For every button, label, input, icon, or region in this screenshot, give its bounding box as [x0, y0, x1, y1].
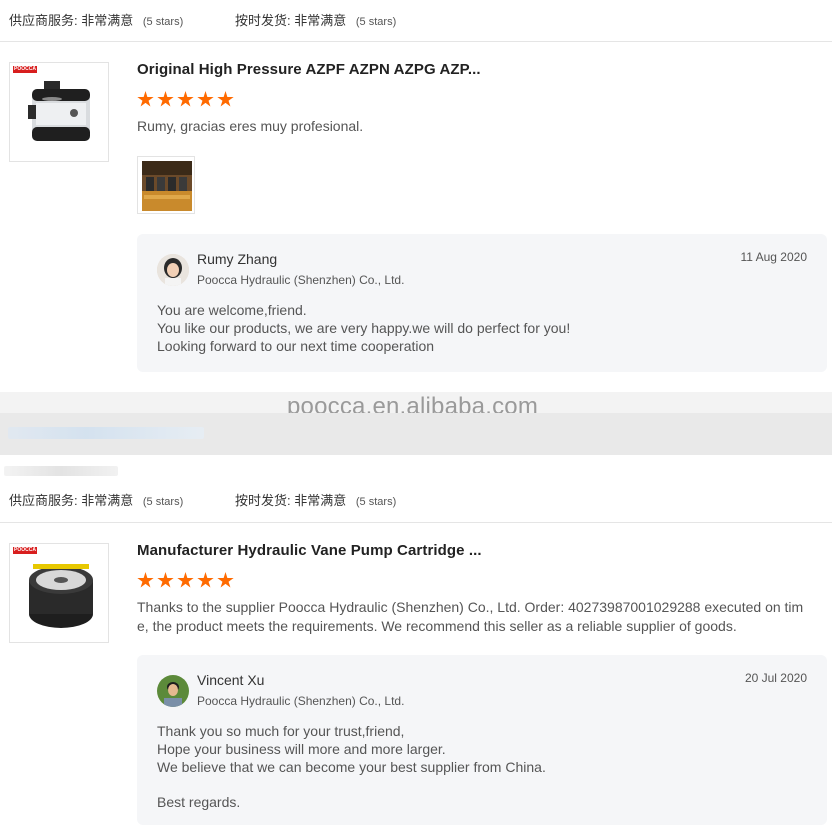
star-rating [137, 572, 234, 589]
reply-date: 11 Aug 2020 [740, 250, 807, 264]
ontime-value: 非常满意 [294, 13, 347, 28]
star-icon [137, 572, 154, 588]
blurred-buyer-id [8, 427, 204, 439]
supplier-service-stars: (5 stars) [142, 496, 184, 508]
reply-line: Best regards. [157, 794, 241, 810]
reply-author-name: Rumy Zhang [197, 251, 278, 267]
ontime-value: 非常满意 [294, 493, 347, 508]
star-icon [137, 91, 154, 107]
star-icon [197, 572, 214, 588]
star-icon [177, 91, 194, 107]
reply-text: Thank you so much for your trust,friend,… [157, 722, 546, 811]
review-photo[interactable] [137, 156, 195, 214]
star-icon [157, 572, 174, 588]
supplier-service-label: 供应商服务: [9, 493, 78, 508]
ontime-label: 按时发货: [235, 13, 291, 28]
brand-tag: POOCCA [13, 547, 37, 554]
star-icon [217, 91, 234, 107]
reply-line: Hope your business will more and more la… [157, 741, 446, 757]
star-icon [177, 572, 194, 588]
reply-text: You are welcome,friend. You like our pro… [157, 301, 570, 355]
reply-date: 20 Jul 2020 [744, 671, 807, 685]
star-icon [197, 91, 214, 107]
reply-line: You like our products, we are very happy… [157, 320, 571, 336]
brand-tag: POOCCA [13, 66, 37, 73]
review-text: Rumy, gracias eres muy profesional. [137, 118, 364, 134]
review-line: e, the product meets the requirements. W… [137, 618, 737, 634]
ontime-stars: (5 stars) [355, 496, 397, 508]
reply-company: Poocca Hydraulic (Shenzhen) Co., Ltd. [197, 273, 405, 287]
pumps-photo-image [142, 161, 192, 211]
reply-line: Looking forward to our next time coopera… [157, 338, 435, 354]
reply-line: Thank you so much for your trust,friend, [157, 723, 405, 739]
star-icon [217, 572, 234, 588]
review-text: Thanks to the supplier Poocca Hydraulic … [137, 598, 803, 636]
avatar-man-icon [157, 675, 189, 707]
supplier-service-rating: 供应商服务: 非常满意 (5 stars) [9, 10, 183, 29]
reply-line: You are welcome,friend. [157, 302, 307, 318]
supplier-service-label: 供应商服务: [9, 13, 78, 28]
avatar-icon [157, 675, 189, 707]
supplier-service-value: 非常满意 [81, 13, 134, 28]
reply-line: We believe that we can become your best … [157, 759, 546, 775]
blurred-buyer-name [4, 466, 118, 476]
vane-cartridge-image [29, 564, 93, 628]
buyer-info-bar [0, 413, 832, 455]
reply-line-blank [157, 776, 546, 793]
ontime-stars: (5 stars) [355, 16, 397, 28]
ontime-delivery-rating: 按时发货: 非常满意 (5 stars) [235, 490, 396, 509]
supplier-reply: Vincent Xu Poocca Hydraulic (Shenzhen) C… [137, 655, 827, 825]
review-line: Thanks to the supplier Poocca Hydraulic … [137, 599, 804, 615]
gear-pump-image [28, 81, 90, 141]
reply-company: Poocca Hydraulic (Shenzhen) Co., Ltd. [197, 694, 405, 708]
star-icon [157, 91, 174, 107]
ontime-delivery-rating: 按时发货: 非常满意 (5 stars) [235, 10, 396, 29]
star-rating [137, 91, 234, 108]
avatar-woman-icon [157, 254, 189, 286]
product-title[interactable]: Original High Pressure AZPF AZPN AZPG AZ… [137, 61, 481, 78]
divider [0, 41, 832, 42]
product-thumbnail[interactable]: POOCCA [9, 543, 109, 643]
avatar-icon [157, 254, 189, 286]
reply-author-name: Vincent Xu [197, 672, 265, 688]
supplier-service-value: 非常满意 [81, 493, 134, 508]
divider [0, 522, 832, 523]
supplier-service-stars: (5 stars) [142, 16, 184, 28]
product-thumbnail[interactable]: POOCCA [9, 62, 109, 162]
supplier-service-rating: 供应商服务: 非常满意 (5 stars) [9, 490, 183, 509]
product-title[interactable]: Manufacturer Hydraulic Vane Pump Cartrid… [137, 542, 482, 559]
supplier-reply: Rumy Zhang Poocca Hydraulic (Shenzhen) C… [137, 234, 827, 372]
ontime-label: 按时发货: [235, 493, 291, 508]
